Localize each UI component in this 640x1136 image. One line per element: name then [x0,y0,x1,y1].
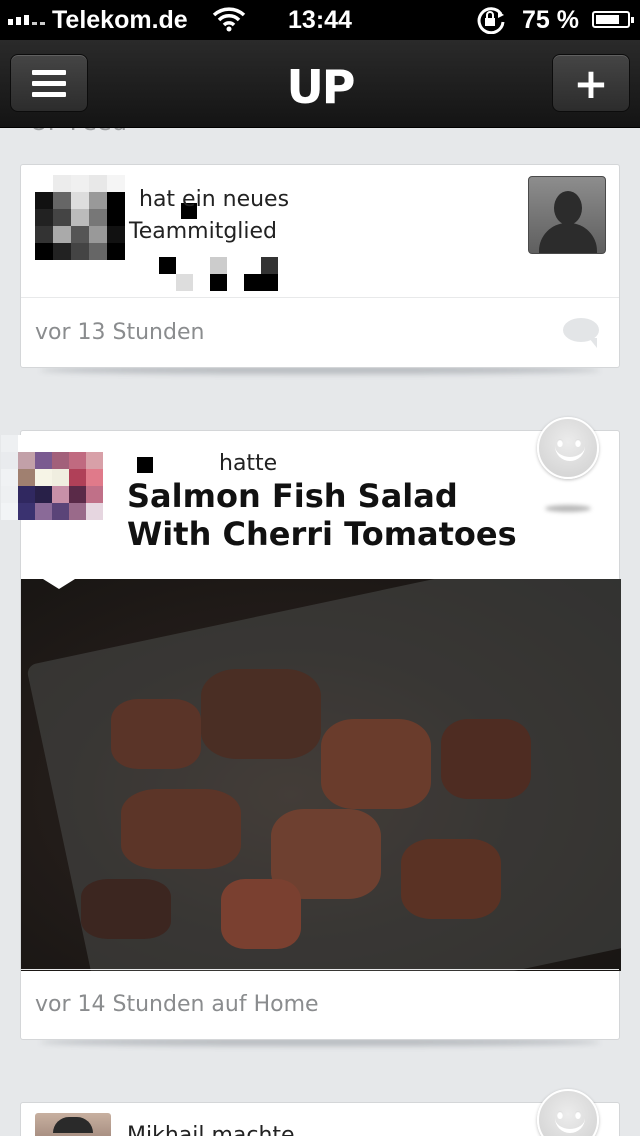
battery-icon [592,11,634,28]
card-footer: vor 13 Stunden [21,297,619,367]
timestamp: vor 14 Stunden auf Home [35,992,319,1017]
smiley-shadow [545,505,591,512]
smiley-icon[interactable] [537,417,599,479]
plus-icon: + [573,58,609,108]
avatar-pixelated [1,435,120,520]
meal-title-line1: Salmon Fish Salad [127,477,458,515]
feed-item-text-line2: Teammitglied [129,219,278,244]
feed-item-text: Mikhail machte [127,1123,295,1136]
timestamp: vor 13 Stunden [35,320,205,345]
rotation-lock-icon [474,6,508,41]
feed-item-meal[interactable]: hatte Salmon Fish Salad With Cherri Toma… [1,417,621,1040]
card-footer: vor 14 Stunden auf Home [21,969,619,1039]
photo-notch [43,579,75,589]
feed-item-verb: hatte [219,451,278,476]
app-logo: UP [286,60,355,114]
user-avatar[interactable] [35,1113,111,1136]
feed-item-team-member[interactable]: hat ein neues Teammitglied vor 13 Stunde… [20,164,620,368]
avatar-pixelated [35,175,143,260]
feed-item-activity[interactable]: Mikhail machte [20,1089,620,1136]
meal-photo[interactable] [21,579,621,971]
meal-title-line2: With Cherri Tomatoes [127,515,517,553]
redaction-block [137,457,153,473]
smiley-icon[interactable] [537,1089,599,1136]
feed-item-text-line1: hat ein neues [139,187,290,212]
comment-icon[interactable] [563,318,599,348]
team-avatar[interactable] [528,176,606,254]
status-bar: Telekom.de 13:44 75 % [0,0,640,40]
add-button[interactable]: + [552,54,630,112]
username-pixelated [159,257,295,291]
battery-percent: 75 % [522,6,579,34]
navigation-bar: UP + [0,40,640,128]
